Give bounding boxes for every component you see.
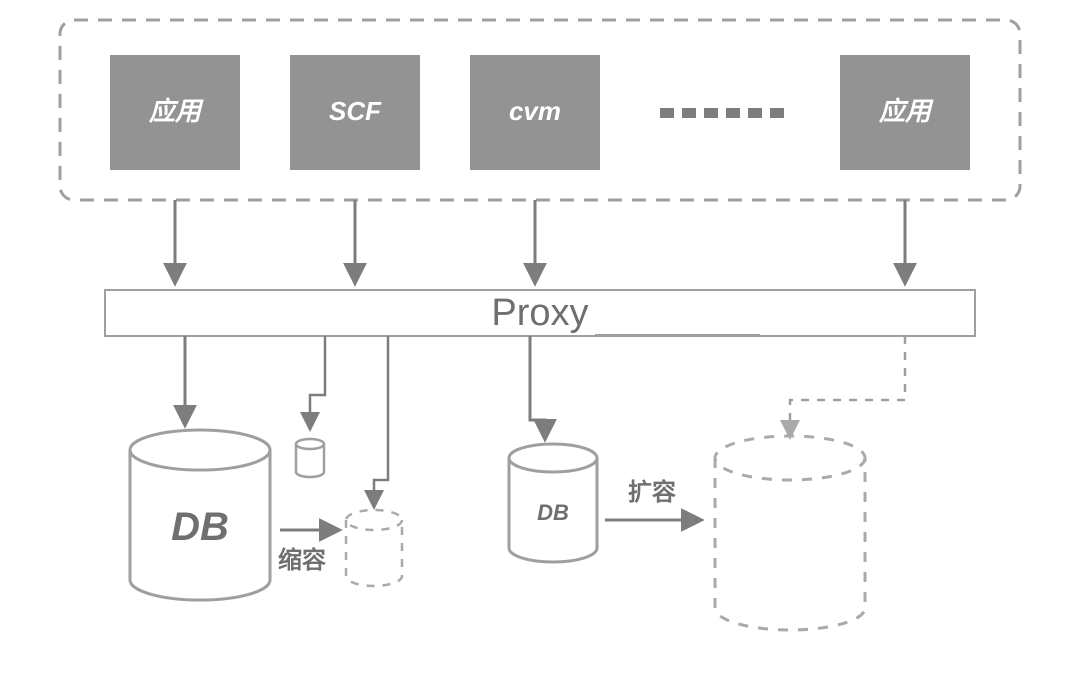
node-proxy: Proxy [105, 290, 975, 336]
arrow-proxy-db-small [310, 336, 325, 428]
node-proxy-label: Proxy [491, 292, 588, 334]
arrow-proxy-shrink-target [374, 336, 388, 506]
node-app2: 应用 [840, 55, 970, 170]
node-app2-label: 应用 [878, 96, 934, 126]
db-big: DB [130, 430, 270, 600]
db-mid-label: DB [537, 500, 569, 525]
node-cvm: cvm [470, 55, 600, 170]
db-small [296, 439, 324, 477]
node-app1: 应用 [110, 55, 240, 170]
node-cvm-label: cvm [509, 96, 561, 126]
db-shrink-target [346, 510, 402, 586]
annotation-expand: 扩容 [628, 478, 676, 506]
db-expand-target [715, 436, 865, 630]
node-scf: SCF [290, 55, 420, 170]
arrow-proxy-db-mid [530, 336, 545, 438]
node-app1-label: 应用 [148, 96, 204, 126]
arrow-proxy-db-expand [790, 336, 905, 436]
db-big-label: DB [171, 505, 229, 549]
node-scf-label: SCF [329, 96, 382, 126]
annotation-shrink: 缩容 [278, 546, 326, 574]
architecture-diagram: 应用 SCF cvm 应用 Proxy DB [0, 0, 1080, 691]
ellipsis-dots [660, 108, 784, 118]
db-mid: DB [509, 444, 597, 562]
